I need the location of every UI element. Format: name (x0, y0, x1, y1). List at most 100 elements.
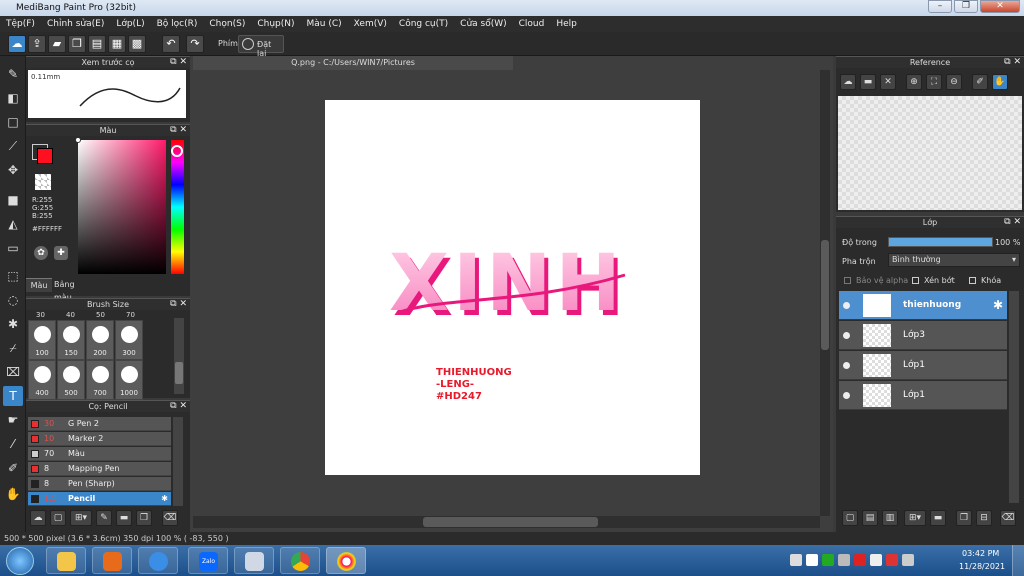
maximize-button[interactable]: ❐ (954, 0, 978, 13)
reference-canvas[interactable] (838, 96, 1022, 210)
cloud-icon[interactable]: ☁ (8, 35, 26, 53)
lasso-tool-icon[interactable]: ◌ (3, 290, 23, 310)
list-item[interactable]: 8 Pen (Sharp) (28, 477, 171, 491)
opacity-slider[interactable] (888, 237, 993, 247)
tab-color[interactable]: Màu (26, 278, 52, 292)
brush-size-40[interactable]: 40 (66, 311, 75, 319)
merge-icon[interactable]: ⊟ (976, 510, 992, 526)
brush-size-scrollbar[interactable] (174, 318, 184, 394)
cloud-brush-icon[interactable]: ☁ (30, 510, 46, 526)
menu-filter[interactable]: Bộ lọc(R) (157, 19, 198, 29)
layer-row[interactable]: Lớp1 (839, 381, 1007, 410)
edit-brush-icon[interactable]: ✎ (96, 510, 112, 526)
menu-select[interactable]: Chọn(S) (209, 19, 245, 29)
text-tool-icon[interactable]: T (3, 386, 23, 406)
new-layer-8bit-icon[interactable]: ▤ (862, 510, 878, 526)
new-layer-icon[interactable]: ▢ (842, 510, 858, 526)
open-folder-icon[interactable]: ▬ (860, 74, 876, 90)
menu-help[interactable]: Help (556, 19, 577, 29)
document-icon[interactable]: ▤ (88, 35, 106, 53)
chrome-task[interactable] (280, 547, 320, 574)
visibility-icon[interactable] (843, 392, 850, 399)
brush-size-item[interactable]: 1000 (115, 360, 143, 400)
hand-tool-icon[interactable]: ✋ (3, 484, 23, 504)
panel-close-icon[interactable]: ⧉ ✕ (1004, 217, 1021, 228)
visibility-icon[interactable] (843, 302, 850, 309)
list-item-selected[interactable]: 1.5 Pencil ✱ (28, 492, 171, 506)
medibang-task[interactable] (326, 547, 366, 574)
select-eraser-tool-icon[interactable]: ⌧ (3, 362, 23, 382)
operation-tool-icon[interactable]: ☛ (3, 410, 23, 430)
lock-checkbox[interactable] (969, 277, 976, 284)
canvas[interactable]: XINH XINH THIENHUONG -LENG- #HD247 (325, 100, 700, 475)
show-desktop-button[interactable] (1012, 545, 1024, 576)
brush-size-item[interactable]: 500 (57, 360, 85, 400)
list-item[interactable]: 8 Mapping Pen (28, 462, 171, 476)
brush-list-scrollbar[interactable] (173, 417, 183, 506)
duplicate-icon[interactable]: ❐ (136, 510, 152, 526)
menu-cloud[interactable]: Cloud (519, 19, 545, 29)
explorer-task[interactable] (46, 547, 86, 574)
hand-icon[interactable]: ✋ (992, 74, 1008, 90)
media-task[interactable] (92, 547, 132, 574)
tray-icon[interactable] (870, 554, 882, 566)
eyedropper-icon[interactable]: ✐ (972, 74, 988, 90)
brush-size-70[interactable]: 70 (126, 311, 135, 319)
upload-icon[interactable]: ⇪ (28, 35, 46, 53)
minimize-button[interactable]: – (928, 0, 952, 13)
brush-size-30[interactable]: 30 (36, 311, 45, 319)
tray-icon[interactable] (886, 554, 898, 566)
chat-icon[interactable]: ▰ (48, 35, 66, 53)
layer-row[interactable]: Lớp3 (839, 321, 1007, 350)
brush-size-item[interactable]: 300 (115, 320, 143, 360)
visibility-icon[interactable] (843, 362, 850, 369)
grid-icon[interactable]: ▦ (108, 35, 126, 53)
gear-icon[interactable]: ✱ (993, 298, 1003, 312)
layer-row[interactable]: Lớp1 (839, 351, 1007, 380)
brush-size-item[interactable]: 200 (86, 320, 114, 360)
magic-wand-tool-icon[interactable]: ✱ (3, 314, 23, 334)
folder-icon[interactable]: ▬ (930, 510, 946, 526)
scroll-thumb[interactable] (423, 517, 598, 527)
brush-size-item[interactable]: 700 (86, 360, 114, 400)
tray-icon[interactable] (838, 554, 850, 566)
rectangle-tool-icon[interactable]: □ (3, 112, 23, 132)
list-item[interactable]: 10 Marker 2 (28, 432, 171, 446)
menu-view[interactable]: Xem(V) (354, 19, 387, 29)
tray-icon[interactable] (790, 554, 802, 566)
brush-size-item[interactable]: 150 (57, 320, 85, 360)
clipping-checkbox[interactable] (912, 277, 919, 284)
saturation-value-picker[interactable] (75, 137, 166, 274)
start-button[interactable] (6, 547, 34, 575)
zoom-in-icon[interactable]: ⊕ (906, 74, 922, 90)
blend-select[interactable]: Bình thường ▾ (888, 253, 1020, 267)
menu-layer[interactable]: Lớp(L) (116, 19, 144, 29)
brush-tool-icon[interactable]: ✎ (3, 64, 23, 84)
new-brush-icon[interactable]: ▢ (50, 510, 66, 526)
cloud-icon[interactable]: ☁ (840, 74, 856, 90)
visibility-icon[interactable] (843, 332, 850, 339)
duplicate-icon[interactable]: ❐ (956, 510, 972, 526)
menu-window[interactable]: Cửa sổ(W) (460, 19, 506, 29)
scroll-thumb[interactable] (175, 362, 183, 384)
panel-close-icon[interactable]: ⧉ ✕ (170, 299, 187, 310)
zoom-out-icon[interactable]: ⊖ (946, 74, 962, 90)
scroll-thumb[interactable] (821, 240, 829, 350)
list-item[interactable]: 30 G Pen 2 (28, 417, 171, 431)
hue-slider[interactable] (171, 140, 184, 274)
vertical-scrollbar[interactable] (820, 70, 830, 516)
eraser-tool-icon[interactable]: ◧ (3, 88, 23, 108)
zalo-task[interactable]: Zalo (188, 547, 228, 574)
add-brush-icon[interactable]: ⊞▾ (70, 510, 92, 526)
list-item[interactable]: 70 Màu (28, 447, 171, 461)
bucket-tool-icon[interactable]: ◭ (3, 214, 23, 234)
dropper-tool-icon[interactable]: ⁄ (3, 434, 23, 454)
brush-size-item[interactable]: 100 (28, 320, 56, 360)
clock-date[interactable]: 11/28/2021 (959, 562, 1005, 571)
clock-time[interactable]: 03:42 PM (962, 549, 999, 558)
menu-edit[interactable]: Chỉnh sửa(E) (47, 19, 104, 29)
undo-icon[interactable]: ↶ (162, 35, 180, 53)
snipping-task[interactable] (234, 547, 274, 574)
panel-close-icon[interactable]: ⧉ ✕ (1004, 57, 1021, 68)
trash-icon[interactable]: ⌫ (1000, 510, 1016, 526)
